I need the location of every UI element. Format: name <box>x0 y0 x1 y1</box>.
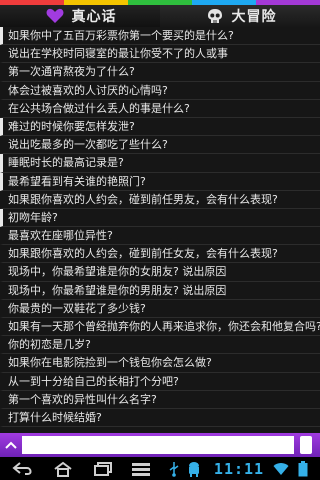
wifi-icon <box>270 457 292 480</box>
list-item[interactable]: 在公共场合做过什么丢人的事是什么? <box>0 100 320 118</box>
send-button[interactable] <box>294 433 318 457</box>
send-icon <box>300 436 312 454</box>
list-item[interactable]: 睡眠时长的最高记录是? <box>0 154 320 173</box>
list-item[interactable]: 你的初恋是几岁? <box>0 336 320 355</box>
tab-truth[interactable]: 真心话 <box>0 5 160 27</box>
tab-dare[interactable]: 大冒险 <box>160 5 320 27</box>
android-debug-icon <box>184 457 204 480</box>
list-item[interactable]: 如果跟你喜欢的人约会，碰到前任男友，会有什么表现? <box>0 191 320 209</box>
list-item[interactable]: 从一到十分给自己的长相打个分吧? <box>0 373 320 391</box>
list-item[interactable]: 打算什么时候结婚? <box>0 409 320 428</box>
list-item[interactable]: 说出吃最多的一次都吃了些什么? <box>0 136 320 155</box>
tab-label: 大冒险 <box>231 9 277 25</box>
heart-icon <box>44 7 66 25</box>
tab-label: 真心话 <box>71 9 117 25</box>
list-item[interactable]: 最希望看到有关谁的艳照门? <box>0 172 320 191</box>
list-item[interactable]: 难过的时候你要怎样发泄? <box>0 117 320 137</box>
list-item[interactable]: 初吻年龄? <box>0 208 320 228</box>
list-item[interactable]: 现场中，你最希望谁是你的女朋友? 说出原因 <box>0 263 320 282</box>
home-button[interactable] <box>48 457 78 480</box>
list-item[interactable]: 如果跟你喜欢的人约会，碰到前任女友，会有什么表现? <box>0 245 320 264</box>
list-item[interactable]: 第一次通宵熬夜为了什么? <box>0 63 320 82</box>
back-button[interactable] <box>8 457 38 480</box>
list-item[interactable]: 如果有一天那个曾经抛弃你的人再来追求你，你还会和他复合吗? <box>0 318 320 337</box>
question-input[interactable] <box>22 436 294 454</box>
list-item[interactable]: 如果你在电影院捡到一个钱包你会怎么做? <box>0 354 320 373</box>
skull-icon <box>204 7 226 25</box>
status-clock: 11:11 <box>208 457 270 480</box>
tab-bar: 真心话 大冒险 <box>0 5 320 27</box>
chevron-up-icon[interactable] <box>0 433 22 457</box>
list-item[interactable]: 最喜欢在座哪位异性? <box>0 227 320 246</box>
list-item[interactable]: 体会过被喜欢的人讨厌的心情吗? <box>0 82 320 100</box>
clock-text: 11:11 <box>213 459 265 478</box>
menu-button[interactable] <box>124 457 158 480</box>
input-bar <box>0 433 320 457</box>
list-item[interactable]: 你最贵的一双鞋花了多少钱? <box>0 300 320 318</box>
list-item[interactable]: 现场中，你最希望谁是你的男朋友? 说出原因 <box>0 282 320 300</box>
list-item[interactable]: 第一个喜欢的异性叫什么名字? <box>0 391 320 409</box>
usb-icon <box>164 457 184 480</box>
system-nav-bar: 11:11 <box>0 457 320 480</box>
question-list: 如果你中了五百万彩票你第一个要买的是什么? 说出在学校时同寝室的最让你受不了的人… <box>0 27 320 433</box>
recent-apps-button[interactable] <box>88 457 118 480</box>
list-item[interactable]: 说出在学校时同寝室的最让你受不了的人或事 <box>0 45 320 64</box>
battery-icon <box>292 457 314 480</box>
list-item[interactable]: 如果你中了五百万彩票你第一个要买的是什么? <box>0 27 320 46</box>
